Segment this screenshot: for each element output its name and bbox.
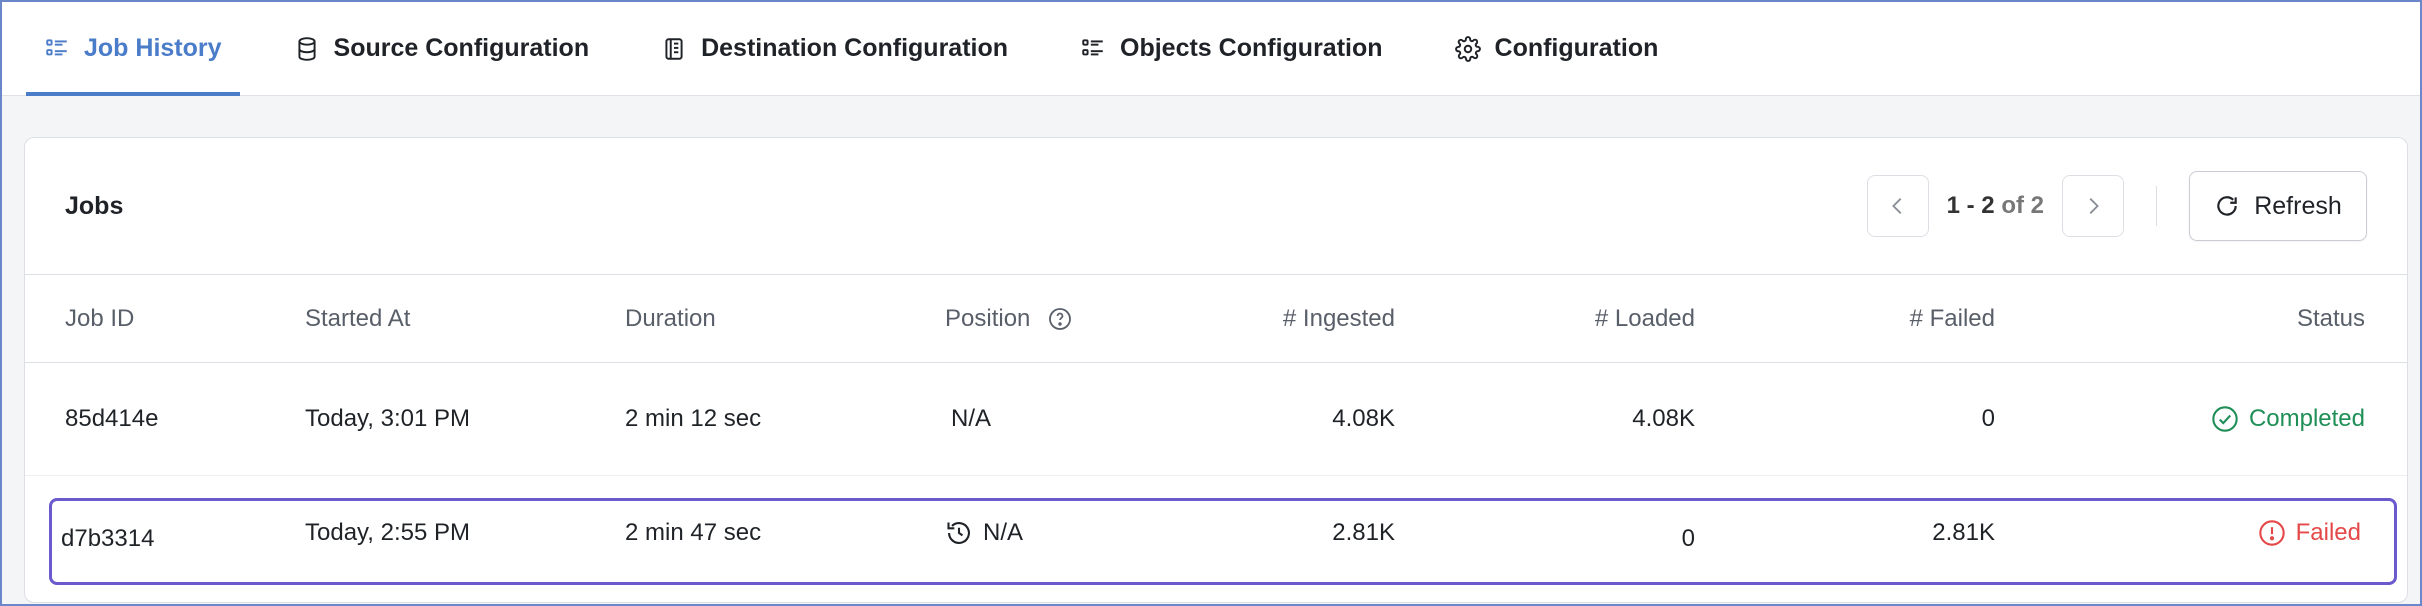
jobs-card: Jobs 1 - 2 of 2 Refresh Job ID Started A… [24, 137, 2408, 603]
started-at: Today, 2:55 PM [305, 518, 470, 546]
position: N/A [983, 518, 1024, 546]
tab-label: Job History [84, 34, 222, 62]
table-row[interactable]: 85d414e Today, 3:01 PM 2 min 12 sec N/A … [25, 363, 2407, 476]
tab-label: Source Configuration [333, 34, 590, 62]
refresh-button[interactable]: Refresh [2189, 171, 2367, 241]
loaded: 4.08K [1632, 405, 1695, 432]
col-failed: # Failed [1909, 304, 1995, 332]
ingested: 2.81K [1332, 518, 1395, 546]
tab-configuration[interactable]: Configuration [1437, 2, 1677, 95]
col-ingested: # Ingested [1282, 304, 1395, 332]
duration: 2 min 47 sec [625, 518, 762, 546]
pagination-range: 1 - 2 [1946, 192, 1995, 219]
col-status: Status [2296, 304, 2365, 332]
list-icon [1082, 38, 1103, 55]
check-circle-icon [2212, 406, 2238, 432]
pagination: 1 - 2 of 2 [1866, 175, 2124, 237]
tab-bar: Job History Source Configuration Destina… [2, 2, 2420, 96]
next-page-button[interactable] [2062, 175, 2124, 237]
ingested: 4.08K [1332, 405, 1395, 432]
col-loaded: # Loaded [1594, 304, 1695, 332]
gear-icon [1454, 35, 1481, 62]
tab-label: Objects Configuration [1120, 34, 1383, 62]
started-at: Today, 3:01 PM [305, 405, 470, 432]
help-icon[interactable] [1048, 307, 1072, 331]
status-badge: Failed [1995, 519, 2365, 547]
tab-label: Destination Configuration [701, 34, 1009, 62]
col-position-label: Position [945, 304, 1031, 332]
table-header: Job ID Started At Duration Position # In… [25, 275, 2407, 363]
tab-objects-configuration[interactable]: Objects Configuration [1062, 2, 1401, 95]
loaded: 0 [1681, 524, 1695, 552]
alert-circle-icon [2258, 519, 2285, 546]
card-title: Jobs [65, 191, 124, 220]
failed: 0 [1981, 405, 1995, 432]
pagination-total: of 2 [2001, 192, 2044, 219]
list-icon [46, 38, 67, 55]
tab-job-history[interactable]: Job History [26, 2, 240, 96]
chevron-left-icon [1891, 198, 1902, 214]
col-job-id: Job ID [65, 304, 135, 332]
job-id: 85d414e [65, 405, 159, 432]
table-row[interactable]: d7b3314 Today, 2:55 PM 2 min 47 sec N/A … [25, 476, 2407, 589]
col-duration: Duration [625, 304, 716, 332]
refresh-icon [2217, 196, 2237, 216]
status-label: Failed [2295, 518, 2361, 546]
tab-label: Configuration [1494, 34, 1659, 62]
position-cell: N/A [945, 519, 1165, 547]
tab-destination-configuration[interactable]: Destination Configuration [643, 2, 1026, 95]
chevron-right-icon [2089, 198, 2099, 214]
card-header: Jobs 1 - 2 of 2 Refresh [25, 138, 2407, 275]
pagination-text: 1 - 2 of 2 [1947, 192, 2044, 220]
failed: 2.81K [1932, 518, 1995, 546]
status-label: Completed [2248, 405, 2365, 432]
divider [2156, 186, 2157, 226]
tab-source-configuration[interactable]: Source Configuration [276, 2, 608, 95]
col-position: Position [945, 305, 1165, 333]
history-icon [947, 521, 970, 544]
position: N/A [951, 405, 992, 432]
database-icon [297, 36, 316, 61]
archive-icon [665, 37, 683, 60]
refresh-label: Refresh [2254, 191, 2342, 220]
duration: 2 min 12 sec [625, 405, 762, 432]
job-id: d7b3314 [61, 524, 155, 552]
prev-page-button[interactable] [1866, 175, 1929, 237]
status-badge: Completed [1995, 405, 2365, 433]
col-started-at: Started At [305, 304, 411, 332]
